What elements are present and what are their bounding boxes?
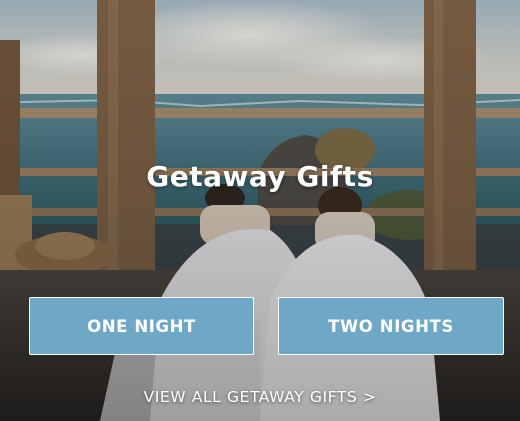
hero-overlay [0, 0, 520, 421]
two-nights-button[interactable]: TWO NIGHTS [278, 297, 504, 355]
hero-title: Getaway Gifts [146, 160, 374, 193]
two-nights-button-label: TWO NIGHTS [328, 316, 454, 336]
getaway-hero: Getaway Gifts ONE NIGHT TWO NIGHTS VIEW … [0, 0, 520, 421]
view-all-getaway-gifts-link[interactable]: VIEW ALL GETAWAY GIFTS > [0, 388, 520, 406]
one-night-button-label: ONE NIGHT [87, 316, 196, 336]
one-night-button[interactable]: ONE NIGHT [29, 297, 254, 355]
